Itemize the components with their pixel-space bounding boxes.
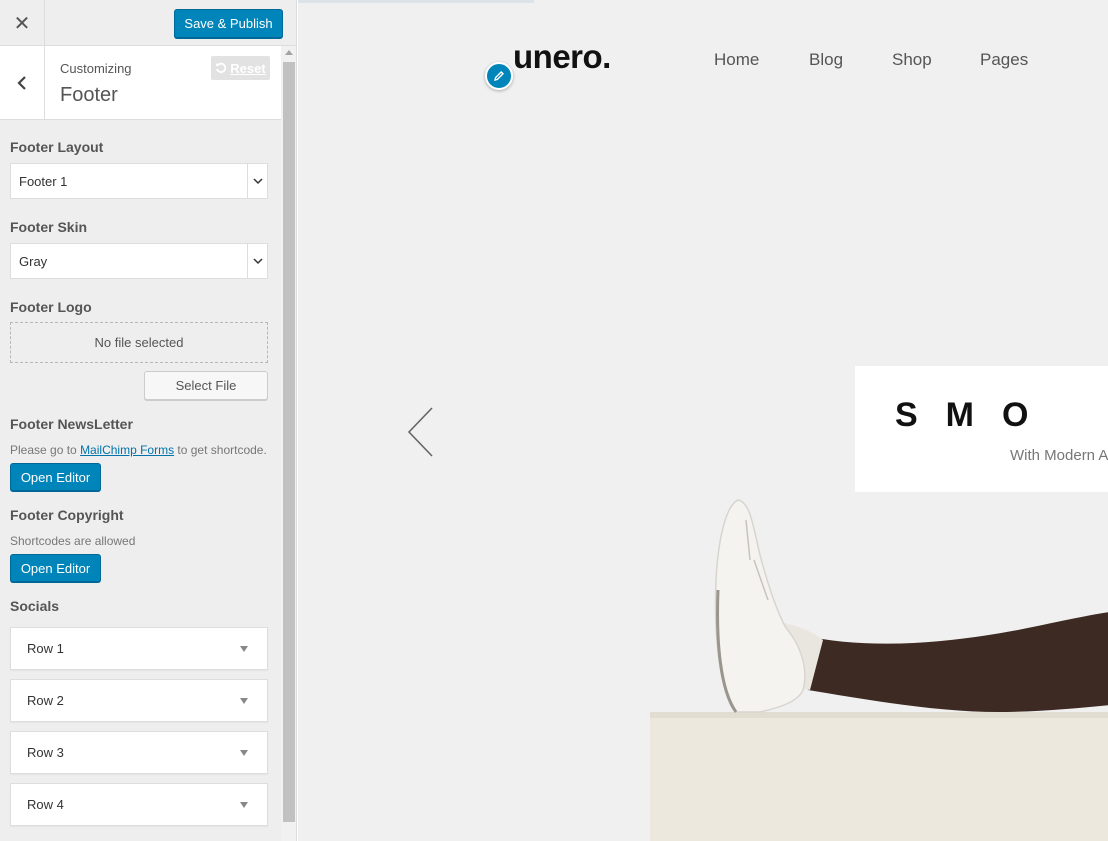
footer-skin-value: Gray: [19, 253, 48, 269]
slide-title: SMO: [895, 396, 1057, 434]
back-button[interactable]: [0, 46, 45, 119]
triangle-down-icon: [240, 802, 248, 808]
preview-top-line: [298, 0, 534, 3]
nav-home[interactable]: Home: [714, 50, 759, 70]
socials-row-1[interactable]: Row 1: [10, 627, 268, 670]
row-label: Row 2: [27, 693, 64, 708]
close-customizer-button[interactable]: ✕: [0, 0, 45, 46]
newsletter-desc-text: Please go to: [10, 443, 81, 457]
triangle-down-icon: [240, 750, 248, 756]
socials-row-2[interactable]: Row 2: [10, 679, 268, 722]
footer-copyright-label: Footer Copyright: [10, 507, 124, 523]
customizing-label: Customizing: [60, 61, 132, 76]
sidebar-scrollbar[interactable]: [281, 46, 296, 841]
scroll-thumb[interactable]: [283, 62, 295, 822]
nav-pages[interactable]: Pages: [980, 50, 1028, 70]
close-icon: ✕: [13, 12, 31, 35]
footer-layout-value: Footer 1: [19, 173, 68, 189]
reset-button[interactable]: Reset: [211, 56, 270, 80]
customizer-sidebar: ✕ Save & Publish Customizing Footer Rese…: [0, 0, 297, 841]
socials-row-3[interactable]: Row 3: [10, 731, 268, 774]
section-title: Footer: [60, 84, 118, 106]
newsletter-open-editor-button[interactable]: Open Editor: [10, 463, 101, 491]
footer-skin-select[interactable]: Gray: [10, 243, 268, 279]
chevron-down-icon: [247, 164, 267, 198]
customizer-header: ✕ Save & Publish: [0, 0, 296, 46]
edit-shortcut-pencil-icon[interactable]: [485, 62, 513, 90]
row-label: Row 3: [27, 745, 64, 760]
triangle-down-icon: [240, 646, 248, 652]
footer-skin-label: Footer Skin: [10, 219, 88, 235]
chevron-left-icon: [17, 75, 26, 90]
site-logo[interactable]: unero.: [513, 38, 611, 76]
select-file-button[interactable]: Select File: [144, 371, 268, 400]
socials-label: Socials: [10, 598, 60, 614]
newsletter-description: Please go to MailChimp Forms to get shor…: [10, 443, 267, 457]
copyright-open-editor-button[interactable]: Open Editor: [10, 554, 101, 582]
nav-shop[interactable]: Shop: [892, 50, 932, 70]
newsletter-desc-text-end: to get shortcode.: [174, 443, 267, 457]
section-header: Customizing Footer Reset: [0, 46, 281, 120]
slide-caption-box: SMO With Modern A: [855, 366, 1108, 492]
triangle-down-icon: [240, 698, 248, 704]
footer-newsletter-label: Footer NewsLetter: [10, 416, 133, 432]
slider-prev-arrow-icon[interactable]: [406, 406, 436, 458]
socials-row-4[interactable]: Row 4: [10, 783, 268, 826]
copyright-description: Shortcodes are allowed: [10, 534, 136, 548]
footer-logo-placeholder: No file selected: [10, 322, 268, 363]
undo-icon: [216, 62, 227, 73]
slide-subtitle: With Modern A: [1010, 447, 1108, 464]
footer-layout-select[interactable]: Footer 1: [10, 163, 268, 199]
footer-layout-label: Footer Layout: [10, 139, 104, 155]
reset-label: Reset: [230, 60, 266, 76]
footer-logo-label: Footer Logo: [10, 299, 92, 315]
site-preview[interactable]: unero. Home Blog Shop Pages SMO With Mod…: [298, 0, 1108, 841]
row-label: Row 1: [27, 641, 64, 656]
nav-blog[interactable]: Blog: [809, 50, 843, 70]
scroll-up-arrow-icon[interactable]: [285, 50, 293, 55]
mailchimp-forms-link[interactable]: MailChimp Forms: [80, 443, 174, 457]
save-publish-button[interactable]: Save & Publish: [174, 9, 283, 38]
row-label: Row 4: [27, 797, 64, 812]
chevron-down-icon: [247, 244, 267, 278]
